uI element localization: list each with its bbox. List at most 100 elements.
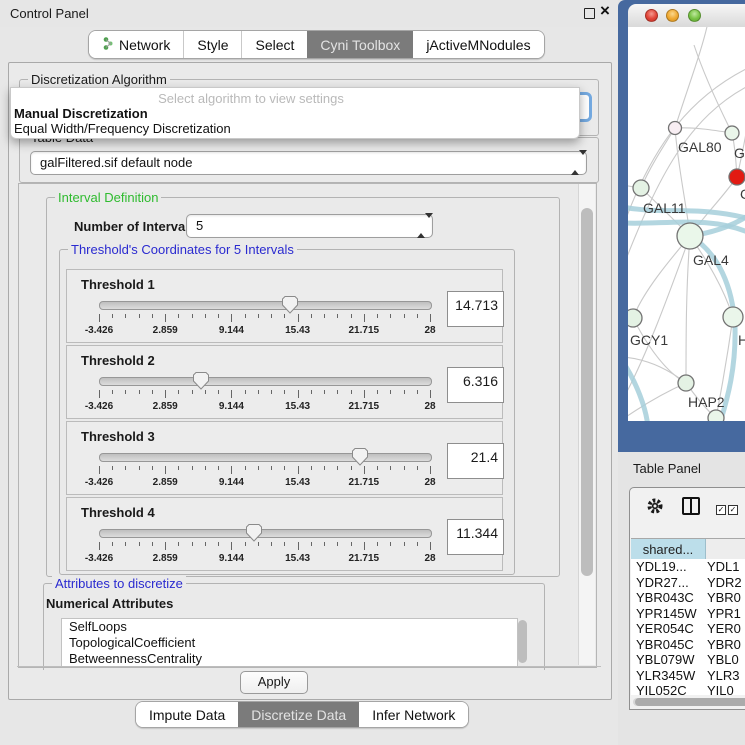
horizontal-scrollbar[interactable] xyxy=(633,698,745,706)
table-row[interactable]: YIL052CYIL0 xyxy=(631,683,745,695)
tab-impute-data[interactable]: Impute Data xyxy=(136,702,238,727)
tick-mark xyxy=(231,390,232,398)
cell-shared-name[interactable]: YLR345W xyxy=(631,668,705,684)
tab-discretize-data[interactable]: Discretize Data xyxy=(238,702,359,727)
slider-thumb[interactable] xyxy=(282,296,299,314)
attribute-item[interactable]: SelfLoops xyxy=(62,619,517,635)
tab-jactivemnodules[interactable]: jActiveMNodules xyxy=(413,31,543,58)
select-columns-icon[interactable]: ✓✓ xyxy=(716,500,740,515)
tick-label: 15.43 xyxy=(285,401,310,412)
slider-thumb[interactable] xyxy=(246,524,263,542)
network-node[interactable] xyxy=(628,309,642,327)
slider-track[interactable] xyxy=(99,377,432,386)
table-row[interactable]: YDR27...YDR2 xyxy=(631,575,745,591)
tick-mark xyxy=(430,390,431,398)
minimize-traffic-light-icon[interactable] xyxy=(666,9,679,22)
zoom-traffic-light-icon[interactable] xyxy=(688,9,701,22)
cell-name[interactable]: YBR0 xyxy=(705,590,745,606)
float-window-icon[interactable] xyxy=(584,8,595,19)
slider-track[interactable] xyxy=(99,301,432,310)
table-row[interactable]: YBR043CYBR0 xyxy=(631,590,745,606)
network-node[interactable] xyxy=(677,223,703,249)
tick-mark xyxy=(271,542,272,546)
table-row[interactable]: YLR345WYLR3 xyxy=(631,668,745,684)
number-of-intervals-combobox[interactable]: 5 xyxy=(186,214,433,238)
table-row[interactable]: YDL19...YDL1 xyxy=(631,559,745,575)
tab-select[interactable]: Select xyxy=(241,31,307,58)
network-node[interactable] xyxy=(678,375,694,391)
table-row[interactable]: YER054CYER0 xyxy=(631,621,745,637)
network-node[interactable] xyxy=(723,307,743,327)
table-row[interactable]: YBL079WYBL0 xyxy=(631,652,745,668)
tab-infer-network[interactable]: Infer Network xyxy=(359,702,468,727)
cell-shared-name[interactable]: YBR045C xyxy=(631,637,705,653)
network-node[interactable] xyxy=(669,122,682,135)
cell-name[interactable]: YBR0 xyxy=(705,637,745,653)
table-row[interactable]: YBR045CYBR0 xyxy=(631,637,745,653)
tick-mark xyxy=(178,466,179,470)
threshold-value-field[interactable]: 6.316 xyxy=(447,367,504,403)
close-traffic-light-icon[interactable] xyxy=(645,9,658,22)
cell-name[interactable]: YLR3 xyxy=(705,668,745,684)
tick-mark xyxy=(218,314,219,318)
network-node-label: GAL80 xyxy=(678,139,722,155)
threshold-value-field[interactable]: 21.4 xyxy=(447,443,504,479)
tick-mark xyxy=(112,390,113,394)
column-header-shared-name[interactable]: shared... xyxy=(631,539,706,560)
threshold-value-field[interactable]: 11.344 xyxy=(447,519,504,555)
cell-shared-name[interactable]: YDL19... xyxy=(631,559,705,575)
tick-label: 9.144 xyxy=(219,477,244,488)
cell-shared-name[interactable]: YPR145W xyxy=(631,606,705,622)
table-row[interactable]: YPR145WYPR1 xyxy=(631,606,745,622)
cell-shared-name[interactable]: YBL079W xyxy=(631,652,705,668)
cell-shared-name[interactable]: YBR043C xyxy=(631,590,705,606)
threshold-row: Threshold 2 -3.4262.8599.14415.4321.7152… xyxy=(66,345,503,419)
tick-label: 2.859 xyxy=(153,401,178,412)
tick-mark xyxy=(284,390,285,394)
network-canvas[interactable]: GAL80GACGAL11GAL4GCY1HHAP2 xyxy=(628,27,745,421)
cell-name[interactable]: YIL0 xyxy=(705,683,745,695)
cell-name[interactable]: YPR1 xyxy=(705,606,745,622)
scrollbar-thumb[interactable] xyxy=(581,208,593,576)
column-header-name[interactable]: na xyxy=(706,539,745,560)
settings-scrollpane: Interval Definition Number of Intervals … xyxy=(18,183,597,668)
algorithm-option[interactable]: Equal Width/Frequency Discretization xyxy=(14,121,231,136)
network-window-titlebar[interactable] xyxy=(628,4,745,28)
network-node[interactable] xyxy=(633,180,649,196)
network-node[interactable] xyxy=(725,126,739,140)
horizontal-scrollbar-thumb[interactable] xyxy=(635,698,745,706)
cell-shared-name[interactable]: YIL052C xyxy=(631,683,705,695)
tick-mark xyxy=(271,390,272,394)
apply-button[interactable]: Apply xyxy=(240,671,308,694)
attribute-item[interactable]: BetweennessCentrality xyxy=(62,651,517,667)
tab-network[interactable]: Network xyxy=(89,31,183,58)
tick-mark xyxy=(311,314,312,318)
cell-name[interactable]: YBL0 xyxy=(705,652,745,668)
network-node[interactable] xyxy=(708,410,724,421)
tick-mark xyxy=(337,542,338,546)
slider-track[interactable] xyxy=(99,453,432,462)
slider-thumb[interactable] xyxy=(352,448,369,466)
cell-name[interactable]: YER0 xyxy=(705,621,745,637)
slider-thumb[interactable] xyxy=(193,372,210,390)
cell-name[interactable]: YDR2 xyxy=(705,575,745,591)
cell-name[interactable]: YDL1 xyxy=(705,559,745,575)
tab-style[interactable]: Style xyxy=(183,31,241,58)
threshold-value-field[interactable]: 14.713 xyxy=(447,291,504,327)
cell-shared-name[interactable]: YER054C xyxy=(631,621,705,637)
cell-shared-name[interactable]: YDR27... xyxy=(631,575,705,591)
tick-mark xyxy=(298,542,299,550)
gear-icon[interactable] xyxy=(646,497,664,515)
tab-cyni-toolbox[interactable]: Cyni Toolbox xyxy=(307,31,413,58)
scrollbar-track[interactable] xyxy=(578,184,595,665)
column-layout-icon[interactable] xyxy=(682,497,700,515)
network-node[interactable] xyxy=(729,169,745,185)
tick-mark xyxy=(231,314,232,322)
tick-mark xyxy=(417,314,418,318)
attributes-scrollbar-thumb[interactable] xyxy=(518,620,527,663)
slider-track[interactable] xyxy=(99,529,432,538)
algorithm-option[interactable]: Manual Discretization xyxy=(14,106,148,121)
attribute-item[interactable]: TopologicalCoefficient xyxy=(62,635,517,651)
close-icon[interactable]: × xyxy=(600,1,610,21)
table-data-combobox[interactable]: galFiltered.sif default node xyxy=(30,151,587,175)
